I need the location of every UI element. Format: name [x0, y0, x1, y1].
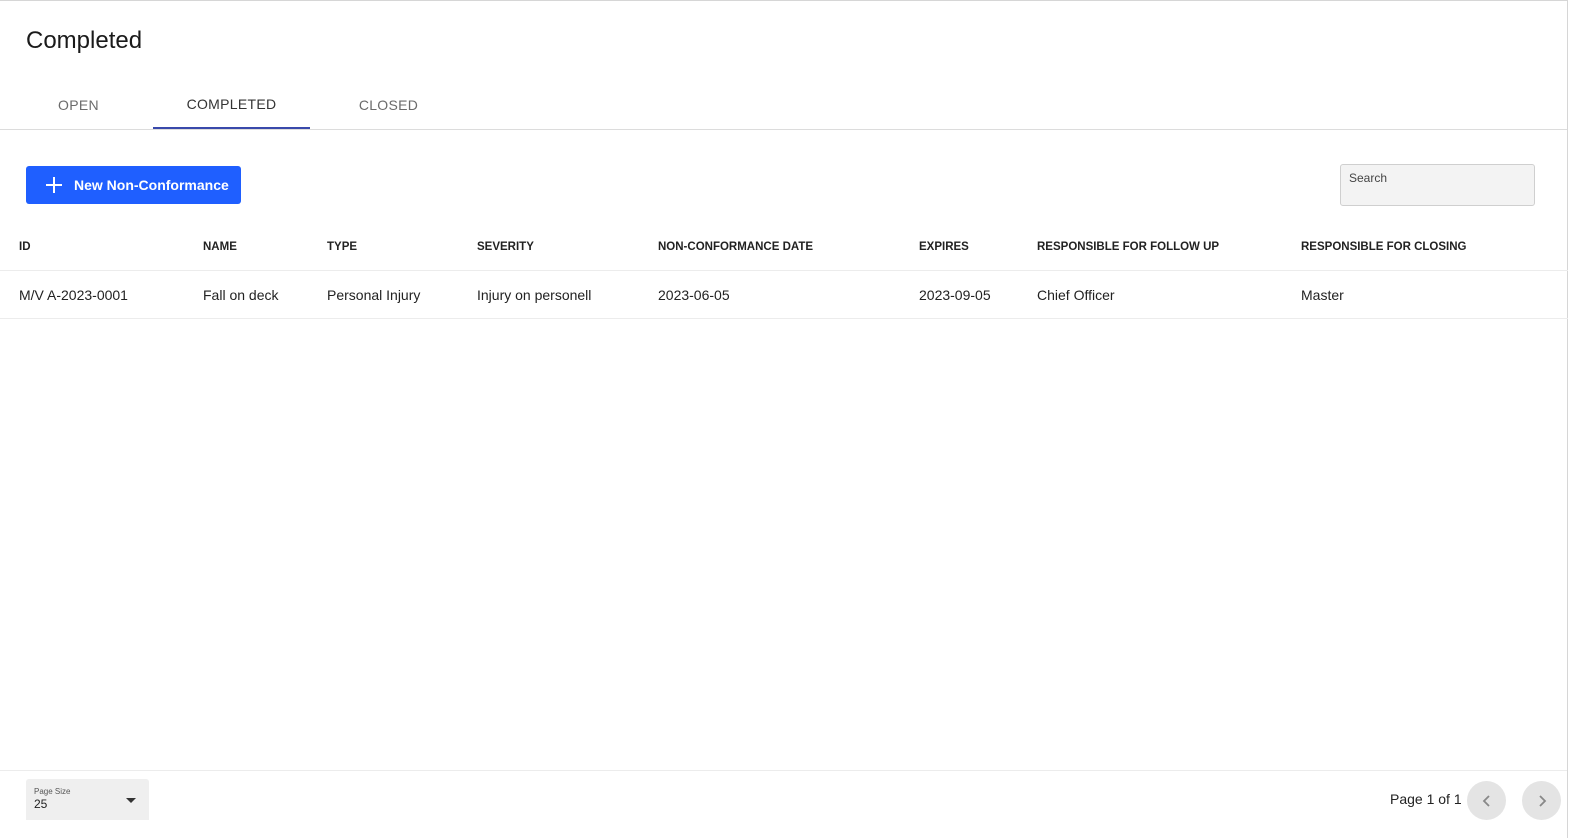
column-header-non-conformance-date[interactable]: NON-CONFORMANCE DATE	[639, 223, 900, 271]
new-non-conformance-button[interactable]: New Non-Conformance	[26, 166, 241, 204]
table-row[interactable]: M/V A-2023-0001 Fall on deck Personal In…	[0, 270, 1568, 319]
cell-type: Personal Injury	[308, 270, 458, 319]
chevron-left-icon	[1482, 794, 1490, 807]
cell-non-conformance-date: 2023-06-05	[639, 270, 900, 319]
column-header-id[interactable]: ID	[0, 223, 184, 271]
table-footer: Page Size 25 Page 1 of 1	[0, 770, 1567, 838]
column-header-type[interactable]: TYPE	[308, 223, 458, 271]
cell-id: M/V A-2023-0001	[0, 270, 184, 319]
tab-closed[interactable]: CLOSED	[310, 81, 467, 128]
cell-name: Fall on deck	[184, 270, 308, 319]
previous-page-button[interactable]	[1467, 781, 1506, 820]
search-input[interactable]	[1340, 164, 1535, 206]
next-page-button[interactable]	[1522, 781, 1561, 820]
page-info: Page 1 of 1	[1390, 791, 1462, 807]
page-size-select[interactable]: Page Size 25	[26, 779, 149, 820]
tab-open[interactable]: OPEN	[0, 81, 157, 128]
column-header-responsible-closing[interactable]: RESPONSIBLE FOR CLOSING	[1282, 223, 1568, 271]
tab-bar: OPEN COMPLETED CLOSED	[0, 81, 1567, 130]
column-header-name[interactable]: NAME	[184, 223, 308, 271]
cell-expires: 2023-09-05	[900, 270, 1018, 319]
non-conformance-table: ID NAME TYPE SEVERITY NON-CONFORMANCE DA…	[0, 223, 1568, 319]
chevron-right-icon	[1538, 794, 1546, 807]
cell-responsible-closing: Master	[1282, 270, 1568, 319]
plus-icon	[46, 177, 62, 193]
new-non-conformance-label: New Non-Conformance	[74, 177, 229, 193]
page: Completed OPEN COMPLETED CLOSED New Non-…	[0, 0, 1568, 838]
caret-down-icon	[126, 798, 136, 803]
cell-responsible-follow-up: Chief Officer	[1018, 270, 1282, 319]
page-title: Completed	[26, 27, 143, 54]
page-size-label: Page Size	[34, 787, 71, 796]
cell-severity: Injury on personell	[458, 270, 639, 319]
column-header-expires[interactable]: EXPIRES	[900, 223, 1018, 271]
column-header-responsible-follow-up[interactable]: RESPONSIBLE FOR FOLLOW UP	[1018, 223, 1282, 271]
tab-completed[interactable]: COMPLETED	[153, 81, 310, 129]
table-header-row: ID NAME TYPE SEVERITY NON-CONFORMANCE DA…	[0, 223, 1568, 271]
column-header-severity[interactable]: SEVERITY	[458, 223, 639, 271]
